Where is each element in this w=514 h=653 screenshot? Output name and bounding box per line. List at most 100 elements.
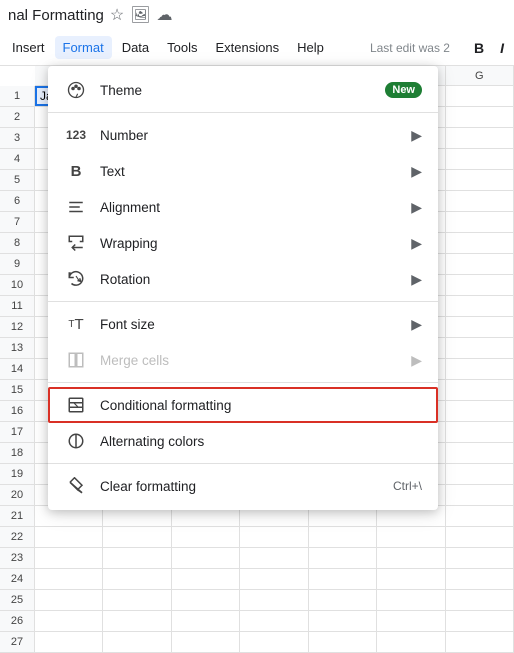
row-num-5: 5 xyxy=(0,170,35,191)
text-label: Text xyxy=(100,164,403,179)
cell-g3[interactable] xyxy=(446,128,514,148)
alternating-colors-icon xyxy=(64,432,88,450)
menu-item-clear-formatting[interactable]: Clear formatting Ctrl+\ xyxy=(48,468,438,504)
rotation-label: Rotation xyxy=(100,272,403,287)
row-num-7: 7 xyxy=(0,212,35,233)
palette-icon xyxy=(64,81,88,99)
divider-4 xyxy=(48,463,438,464)
text-arrow: ▶ xyxy=(411,163,422,180)
row-num-10: 10 xyxy=(0,275,35,296)
conditional-formatting-icon xyxy=(64,396,88,414)
wrapping-label: Wrapping xyxy=(100,236,403,251)
alternating-colors-label: Alternating colors xyxy=(100,434,422,449)
row-num-3: 3 xyxy=(0,128,35,149)
row-27 xyxy=(35,632,514,653)
menu-item-wrapping[interactable]: Wrapping ▶ xyxy=(48,225,438,261)
font-size-icon: TT xyxy=(64,316,88,333)
format-dropdown-menu: Theme New 123 Number ▶ B Text ▶ Alignmen… xyxy=(48,66,438,510)
menu-item-rotation[interactable]: Rotation ▶ xyxy=(48,261,438,297)
row-num-26: 26 xyxy=(0,611,35,632)
row-num-23: 23 xyxy=(0,548,35,569)
row-num-12: 12 xyxy=(0,317,35,338)
row-num-18: 18 xyxy=(0,443,35,464)
wrapping-arrow: ▶ xyxy=(411,235,422,252)
last-edit-text: Last edit was 2 xyxy=(362,37,458,59)
rotation-arrow: ▶ xyxy=(411,271,422,288)
number-icon: 123 xyxy=(64,128,88,142)
row-num-27: 27 xyxy=(0,632,35,653)
row-num-14: 14 xyxy=(0,359,35,380)
menu-help[interactable]: Help xyxy=(289,36,332,59)
menu-item-conditional-formatting[interactable]: Conditional formatting xyxy=(48,387,438,423)
text-bold-icon: B xyxy=(64,163,88,180)
row-25 xyxy=(35,590,514,611)
merge-cells-label: Merge cells xyxy=(100,353,403,368)
row-num-4: 4 xyxy=(0,149,35,170)
star-icon[interactable]: ☆ xyxy=(110,5,124,25)
row-24 xyxy=(35,569,514,590)
row-22 xyxy=(35,527,514,548)
cell-g1[interactable] xyxy=(446,86,514,106)
row-num-6: 6 xyxy=(0,191,35,212)
cell-g2[interactable] xyxy=(446,107,514,127)
document-title: nal Formatting xyxy=(8,7,104,24)
row-23 xyxy=(35,548,514,569)
number-label: Number xyxy=(100,128,403,143)
menu-item-alignment[interactable]: Alignment ▶ xyxy=(48,189,438,225)
menu-item-font-size[interactable]: TT Font size ▶ xyxy=(48,306,438,342)
clear-formatting-label: Clear formatting xyxy=(100,479,385,494)
row-num-15: 15 xyxy=(0,380,35,401)
col-g-header[interactable]: G xyxy=(446,66,514,85)
row-num-24: 24 xyxy=(0,569,35,590)
menu-item-theme[interactable]: Theme New xyxy=(48,72,438,108)
menu-format[interactable]: Format xyxy=(55,36,112,59)
font-size-label: Font size xyxy=(100,317,403,332)
row-num-2: 2 xyxy=(0,107,35,128)
bold-button[interactable]: B xyxy=(468,38,490,58)
folder-icon[interactable]: 🖼 xyxy=(130,5,150,25)
toolbar-right: B I xyxy=(468,38,510,58)
menu-item-merge-cells: Merge cells ▶ xyxy=(48,342,438,378)
clear-formatting-shortcut: Ctrl+\ xyxy=(393,479,422,493)
number-arrow: ▶ xyxy=(411,127,422,144)
cell-g5[interactable] xyxy=(446,170,514,190)
cell-g4[interactable] xyxy=(446,149,514,169)
row-num-19: 19 xyxy=(0,464,35,485)
menu-item-text[interactable]: B Text ▶ xyxy=(48,153,438,189)
row-num-9: 9 xyxy=(0,254,35,275)
rotation-icon xyxy=(64,270,88,288)
cloud-icon[interactable]: ☁ xyxy=(157,5,173,25)
theme-label: Theme xyxy=(100,83,377,98)
divider-1 xyxy=(48,112,438,113)
row-num-1: 1 xyxy=(0,86,35,107)
merge-arrow: ▶ xyxy=(411,352,422,369)
alignment-label: Alignment xyxy=(100,200,403,215)
row-num-17: 17 xyxy=(0,422,35,443)
menu-data[interactable]: Data xyxy=(114,36,157,59)
conditional-formatting-label: Conditional formatting xyxy=(100,398,422,413)
alignment-icon xyxy=(64,198,88,216)
menu-item-alternating-colors[interactable]: Alternating colors xyxy=(48,423,438,459)
theme-badge: New xyxy=(385,82,422,98)
menu-insert[interactable]: Insert xyxy=(4,36,53,59)
row-num-11: 11 xyxy=(0,296,35,317)
clear-formatting-icon xyxy=(64,477,88,495)
divider-2 xyxy=(48,301,438,302)
row-num-22: 22 xyxy=(0,527,35,548)
italic-button[interactable]: I xyxy=(494,38,510,58)
row-num-13: 13 xyxy=(0,338,35,359)
merge-icon xyxy=(64,351,88,369)
row-num-16: 16 xyxy=(0,401,35,422)
font-size-arrow: ▶ xyxy=(411,316,422,333)
menu-bar: Insert Format Data Tools Extensions Help… xyxy=(0,30,514,66)
wrapping-icon xyxy=(64,234,88,252)
divider-3 xyxy=(48,382,438,383)
menu-extensions[interactable]: Extensions xyxy=(208,36,288,59)
row-num-25: 25 xyxy=(0,590,35,611)
row-26 xyxy=(35,611,514,632)
alignment-arrow: ▶ xyxy=(411,199,422,216)
menu-item-number[interactable]: 123 Number ▶ xyxy=(48,117,438,153)
menu-tools[interactable]: Tools xyxy=(159,36,205,59)
cell-g6[interactable] xyxy=(446,191,514,211)
row-numbers: 1 2 3 4 5 6 7 8 9 10 11 12 13 14 15 16 1… xyxy=(0,86,35,635)
